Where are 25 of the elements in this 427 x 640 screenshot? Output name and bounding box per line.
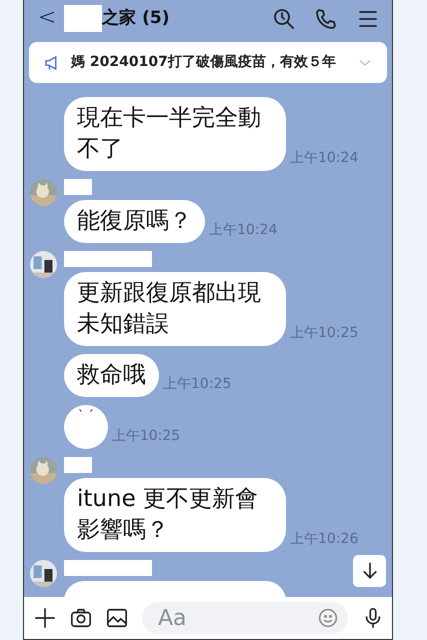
announcement-text: 媽 20240107打了破傷風疫苗，有效５年 bbox=[71, 53, 337, 72]
message-bubble: itune 更不更新會影響嗎？ bbox=[64, 478, 286, 552]
back-button[interactable]: < bbox=[38, 2, 56, 35]
message-bubble: 能復原嗎？ bbox=[64, 200, 205, 244]
chat-title: 之家 (5) bbox=[102, 6, 170, 30]
smiley-icon[interactable] bbox=[318, 608, 338, 628]
redacted-name bbox=[64, 457, 92, 474]
image-icon[interactable] bbox=[106, 607, 128, 629]
timestamp: 上午10:25 bbox=[112, 427, 180, 446]
message-bubble: ˋ ˊ bbox=[64, 405, 108, 450]
camera-icon[interactable] bbox=[70, 607, 92, 629]
message-bubble: 救命哦 bbox=[64, 354, 159, 398]
redacted-name bbox=[64, 179, 92, 196]
scroll-down-button[interactable] bbox=[353, 555, 386, 587]
plus-icon[interactable] bbox=[34, 607, 56, 629]
timestamp: 上午10:24 bbox=[209, 221, 278, 240]
message-input[interactable]: Aa bbox=[142, 602, 348, 634]
search-icon[interactable] bbox=[272, 6, 296, 30]
phone-icon[interactable] bbox=[314, 6, 338, 30]
timestamp: 上午10:25 bbox=[290, 324, 358, 344]
timestamp: 上午10:24 bbox=[290, 149, 358, 168]
timestamp: 上午10:26 bbox=[290, 530, 358, 550]
message-bubble: 更新跟復原都出現未知錯誤 bbox=[64, 272, 286, 346]
timestamp: 上午10:25 bbox=[163, 375, 232, 394]
message-bubble: 現在卡一半完全動不了 bbox=[64, 97, 286, 172]
